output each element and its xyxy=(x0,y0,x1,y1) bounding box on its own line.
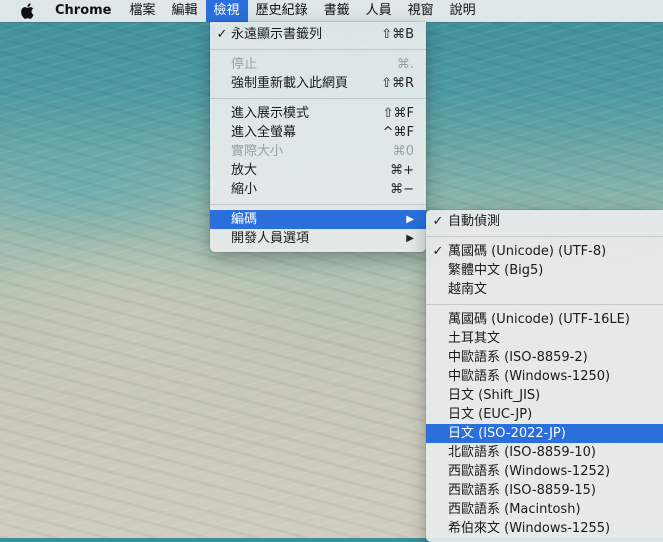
menu-separator xyxy=(426,236,663,237)
menu-item-label: 日文 (Shift_JIS) xyxy=(448,388,541,403)
menu-item-encoding-windows-1252[interactable]: 西歐語系 (Windows-1252) xyxy=(426,462,663,481)
menu-people[interactable]: 人員 xyxy=(358,0,400,22)
menu-item-label: 編碼 xyxy=(231,212,258,227)
checkmark-icon: ✓ xyxy=(432,214,444,229)
menu-item-always-show-bookmarks[interactable]: ✓ 永遠顯示書籤列 ⇧⌘B xyxy=(210,25,426,44)
menu-item-label: 西歐語系 (Windows-1252) xyxy=(448,464,611,479)
menu-item-label: 萬國碼 (Unicode) (UTF-16LE) xyxy=(448,312,630,327)
menu-item-encoding-windows-1255[interactable]: 希伯來文 (Windows-1255) xyxy=(426,519,663,538)
menu-bookmarks[interactable]: 書籤 xyxy=(316,0,358,22)
menu-item-presentation-mode[interactable]: 進入展示模式 ⇧⌘F xyxy=(210,104,426,123)
menu-item-encoding-iso-8859-2[interactable]: 中歐語系 (ISO-8859-2) xyxy=(426,348,663,367)
menu-item-full-screen[interactable]: 進入全螢幕 ^⌘F xyxy=(210,123,426,142)
menu-file[interactable]: 檔案 xyxy=(122,0,164,22)
menu-item-encoding-macintosh[interactable]: 西歐語系 (Macintosh) xyxy=(426,500,663,519)
menu-bar: Chrome 檔案 編輯 檢視 歷史紀錄 書籤 人員 視窗 說明 xyxy=(0,0,663,22)
checkmark-icon: ✓ xyxy=(432,244,444,259)
menu-item-shortcut: ^⌘F xyxy=(382,125,414,140)
menu-item-encoding-iso-8859-15[interactable]: 西歐語系 (ISO-8859-15) xyxy=(426,481,663,500)
menu-item-encoding-vietnamese[interactable]: 越南文 xyxy=(426,280,663,299)
menu-item-label: 日文 (ISO-2022-JP) xyxy=(448,426,566,441)
menu-item-encoding-utf8[interactable]: ✓ 萬國碼 (Unicode) (UTF-8) xyxy=(426,242,663,261)
menu-help[interactable]: 說明 xyxy=(442,0,484,22)
menu-item-actual-size: 實際大小 ⌘0 xyxy=(210,142,426,161)
menu-item-encoding-iso-2022-jp[interactable]: 日文 (ISO-2022-JP) xyxy=(426,424,663,443)
menu-item-shortcut: ⌘0 xyxy=(392,144,414,159)
menu-separator xyxy=(210,204,426,205)
menu-item-encoding-euc-jp[interactable]: 日文 (EUC-JP) xyxy=(426,405,663,424)
menu-item-encoding-big5[interactable]: 繁體中文 (Big5) xyxy=(426,261,663,280)
checkmark-icon: ✓ xyxy=(216,27,228,42)
menu-chrome[interactable]: Chrome xyxy=(47,0,122,22)
view-menu: ✓ 永遠顯示書籤列 ⇧⌘B 停止 ⌘. 強制重新載入此網頁 ⇧⌘R 進入展示模式… xyxy=(210,22,426,252)
menu-separator xyxy=(426,304,663,305)
menu-item-label: 日文 (EUC-JP) xyxy=(448,407,533,422)
menu-item-label: 中歐語系 (Windows-1250) xyxy=(448,369,611,384)
encoding-submenu: ✓ 自動偵測 ✓ 萬國碼 (Unicode) (UTF-8) 繁體中文 (Big… xyxy=(426,210,663,542)
menu-item-label: 萬國碼 (Unicode) (UTF-8) xyxy=(448,244,607,259)
menu-item-shortcut: ⇧⌘F xyxy=(382,106,414,121)
menu-item-label: 強制重新載入此網頁 xyxy=(231,76,349,91)
menu-item-label: 自動偵測 xyxy=(448,214,501,229)
menu-item-label: 實際大小 xyxy=(231,144,284,159)
menu-item-label: 開發人員選項 xyxy=(231,231,310,246)
menu-view[interactable]: 檢視 xyxy=(205,0,248,22)
menu-item-label: 停止 xyxy=(231,57,258,72)
menu-history[interactable]: 歷史紀錄 xyxy=(248,0,316,22)
menu-item-label: 中歐語系 (ISO-8859-2) xyxy=(448,350,588,365)
menu-item-zoom-in[interactable]: 放大 ⌘+ xyxy=(210,161,426,180)
submenu-arrow-icon: ▶ xyxy=(406,233,414,244)
menu-item-label: 西歐語系 (ISO-8859-15) xyxy=(448,483,596,498)
menu-item-encoding-shift-jis[interactable]: 日文 (Shift_JIS) xyxy=(426,386,663,405)
menu-item-developer[interactable]: 開發人員選項 ▶ xyxy=(210,229,426,248)
menu-item-zoom-out[interactable]: 縮小 ⌘− xyxy=(210,180,426,199)
menu-item-label: 北歐語系 (ISO-8859-10) xyxy=(448,445,596,460)
menu-item-force-reload[interactable]: 強制重新載入此網頁 ⇧⌘R xyxy=(210,74,426,93)
menu-item-shortcut: ⇧⌘R xyxy=(381,76,414,91)
menu-item-shortcut: ⌘. xyxy=(396,57,414,72)
menu-item-auto-detect[interactable]: ✓ 自動偵測 xyxy=(426,212,663,231)
menu-item-label: 繁體中文 (Big5) xyxy=(448,263,544,278)
menu-item-shortcut: ⇧⌘B xyxy=(381,27,414,42)
menu-item-label: 土耳其文 xyxy=(448,331,501,346)
menu-item-label: 進入展示模式 xyxy=(231,106,310,121)
submenu-arrow-icon: ▶ xyxy=(406,214,414,225)
menu-edit[interactable]: 編輯 xyxy=(164,0,206,22)
menu-item-encoding-utf16le[interactable]: 萬國碼 (Unicode) (UTF-16LE) xyxy=(426,310,663,329)
menu-item-shortcut: ⌘− xyxy=(390,182,414,197)
menu-item-label: 放大 xyxy=(231,163,258,178)
menu-item-label: 越南文 xyxy=(448,282,488,297)
menu-item-shortcut: ⌘+ xyxy=(390,163,414,178)
menu-item-label: 希伯來文 (Windows-1255) xyxy=(448,521,611,536)
menu-item-label: 永遠顯示書籤列 xyxy=(231,27,323,42)
menu-item-stop: 停止 ⌘. xyxy=(210,55,426,74)
menu-item-encoding-windows-1250[interactable]: 中歐語系 (Windows-1250) xyxy=(426,367,663,386)
menu-item-label: 西歐語系 (Macintosh) xyxy=(448,502,581,517)
apple-logo-icon[interactable] xyxy=(17,0,37,22)
menu-item-encoding-turkish[interactable]: 土耳其文 xyxy=(426,329,663,348)
menu-separator xyxy=(210,98,426,99)
menu-item-encoding-iso-8859-10[interactable]: 北歐語系 (ISO-8859-10) xyxy=(426,443,663,462)
menu-item-label: 縮小 xyxy=(231,182,258,197)
menu-item-encoding[interactable]: 編碼 ▶ xyxy=(210,210,426,229)
menu-separator xyxy=(210,49,426,50)
menu-window[interactable]: 視窗 xyxy=(400,0,442,22)
menu-item-label: 進入全螢幕 xyxy=(231,125,297,140)
